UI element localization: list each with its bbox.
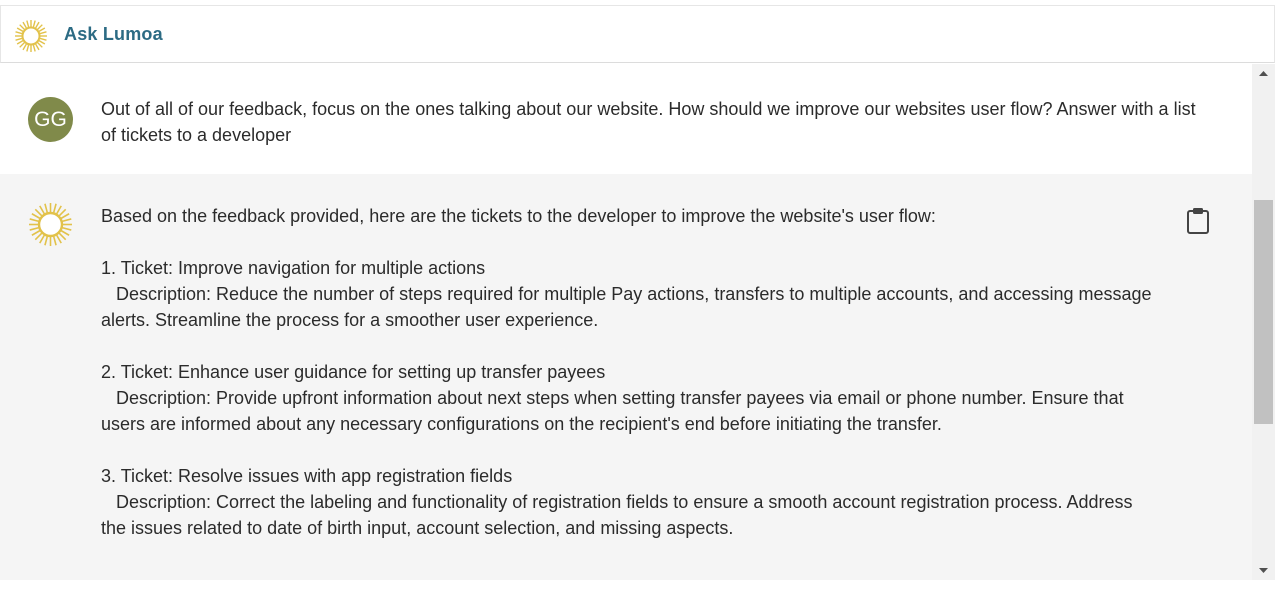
scrollbar-thumb[interactable] [1254,200,1273,424]
scroll-up-arrow-icon[interactable] [1252,64,1275,82]
assistant-message-text: Based on the feedback provided, here are… [101,206,1152,538]
avatar: GG [28,97,73,142]
clipboard-icon[interactable] [1185,207,1211,235]
user-message: GG Out of all of our feedback, focus on … [0,64,1252,174]
conversation[interactable]: GG Out of all of our feedback, focus on … [0,64,1252,580]
scroll-down-arrow-icon[interactable] [1252,562,1275,580]
sun-icon [15,20,47,52]
chat-header: Ask Lumoa [0,5,1275,63]
app-title: Ask Lumoa [64,24,163,44]
sun-icon [29,203,72,246]
assistant-message: Based on the feedback provided, here are… [0,174,1252,580]
chat-window: Ask Lumoa GG Out of all of our feedback,… [0,5,1277,591]
user-message-text: Out of all of our feedback, focus on the… [101,99,1201,145]
vertical-scrollbar[interactable] [1252,64,1275,580]
